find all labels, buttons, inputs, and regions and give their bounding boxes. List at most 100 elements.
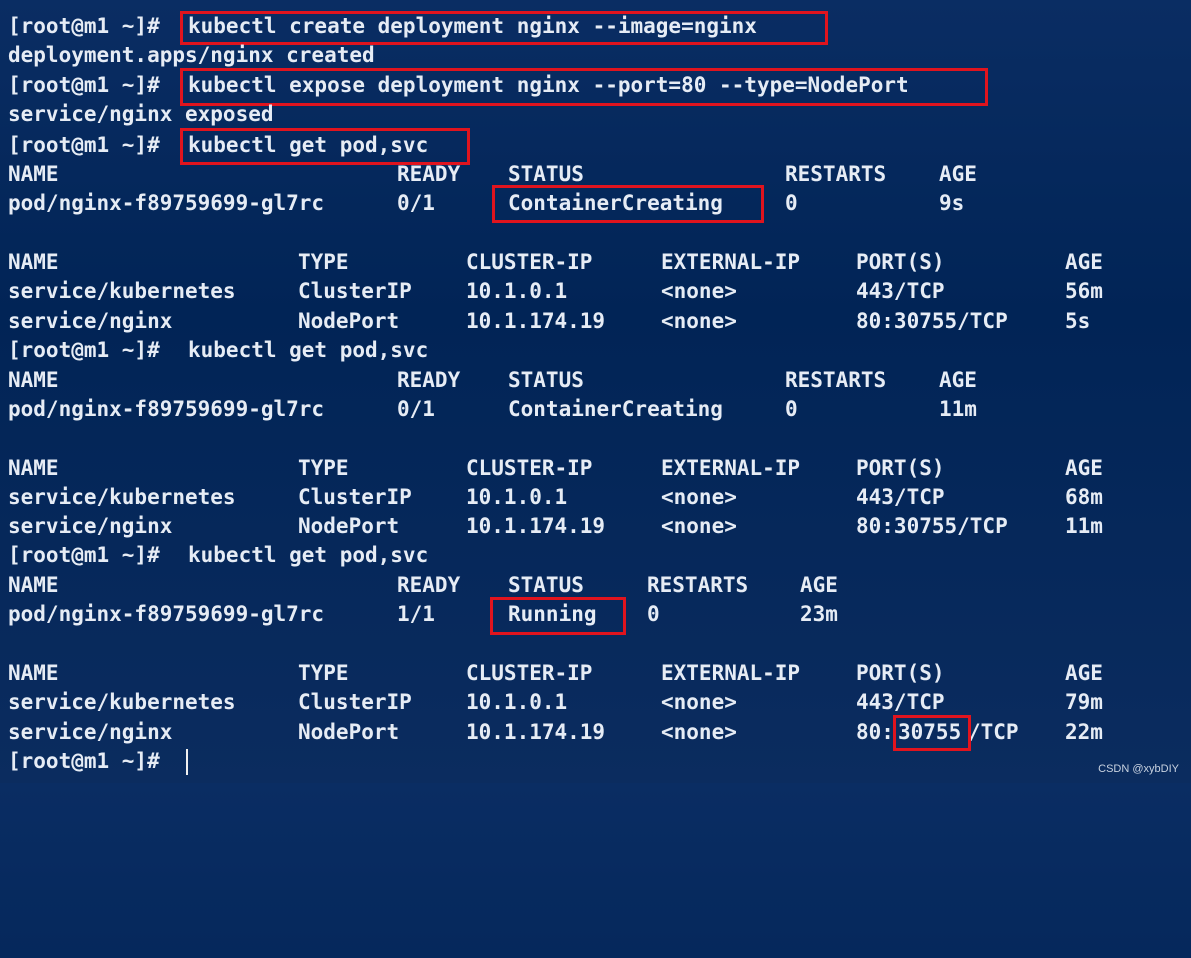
header-ready: READY <box>397 573 461 597</box>
output-line: service/nginx exposed <box>0 100 1191 129</box>
shell-prompt: [root@m1 ~]# <box>8 543 160 567</box>
pod-table-header: NAME READY STATUS RESTARTS AGE <box>0 571 1191 600</box>
command-create-deployment: kubectl create deployment nginx --image=… <box>188 14 757 38</box>
shell-prompt: [root@m1 ~]# <box>8 338 160 362</box>
header-type: TYPE <box>298 456 349 480</box>
header-cluster-ip: CLUSTER-IP <box>466 456 593 480</box>
header-age: AGE <box>1065 250 1103 274</box>
header-restarts: RESTARTS <box>785 162 887 186</box>
shell-prompt: [root@m1 ~]# <box>8 14 160 38</box>
svc-name: service/kubernetes <box>8 279 236 303</box>
pod-name: pod/nginx-f89759699-gl7rc <box>8 397 325 421</box>
pod-restarts: 0 <box>647 602 660 626</box>
text-cursor <box>186 749 188 775</box>
svc-name: service/kubernetes <box>8 690 236 714</box>
svc-external-ip: <none> <box>661 690 737 714</box>
pod-restarts: 0 <box>785 397 798 421</box>
svc-type: ClusterIP <box>298 690 412 714</box>
pod-name: pod/nginx-f89759699-gl7rc <box>8 191 325 215</box>
command-line: [root@m1 ~]# kubectl get pod,svc <box>0 131 1191 160</box>
header-status: STATUS <box>508 368 584 392</box>
header-type: TYPE <box>298 661 349 685</box>
header-name: NAME <box>8 661 59 685</box>
svc-ports: 443/TCP <box>856 279 945 303</box>
header-external-ip: EXTERNAL-IP <box>661 661 801 685</box>
svc-external-ip: <none> <box>661 279 737 303</box>
header-name: NAME <box>8 368 59 392</box>
header-type: TYPE <box>298 250 349 274</box>
header-name: NAME <box>8 250 59 274</box>
svc-age: 22m <box>1065 720 1103 744</box>
svc-cluster-ip: 10.1.174.19 <box>466 720 606 744</box>
svc-name: service/nginx <box>8 309 173 333</box>
pod-age: 23m <box>800 602 838 626</box>
svc-external-ip: <none> <box>661 485 737 509</box>
header-ports: PORT(S) <box>856 661 945 685</box>
svc-row: service/nginx NodePort 10.1.174.19 <none… <box>0 512 1191 541</box>
svc-cluster-ip: 10.1.0.1 <box>466 279 568 303</box>
svc-external-ip: <none> <box>661 309 737 333</box>
svc-cluster-ip: 10.1.0.1 <box>466 690 568 714</box>
svc-nodeport-number: 30755 <box>898 720 962 744</box>
command-line: [root@m1 ~]# kubectl get pod,svc <box>0 541 1191 570</box>
svc-cluster-ip: 10.1.0.1 <box>466 485 568 509</box>
svc-age: 56m <box>1065 279 1103 303</box>
svc-age: 79m <box>1065 690 1103 714</box>
header-cluster-ip: CLUSTER-IP <box>466 661 593 685</box>
header-external-ip: EXTERNAL-IP <box>661 456 801 480</box>
svc-age: 11m <box>1065 514 1103 538</box>
header-ready: READY <box>397 368 461 392</box>
svc-type: ClusterIP <box>298 485 412 509</box>
pod-row: pod/nginx-f89759699-gl7rc 1/1 Running 0 … <box>0 600 1191 629</box>
pod-status: ContainerCreating <box>508 397 723 421</box>
svc-table-header: NAME TYPE CLUSTER-IP EXTERNAL-IP PORT(S)… <box>0 659 1191 688</box>
header-name: NAME <box>8 573 59 597</box>
svc-row: service/kubernetes ClusterIP 10.1.0.1 <n… <box>0 277 1191 306</box>
svc-cluster-ip: 10.1.174.19 <box>466 309 606 333</box>
terminal-window[interactable]: [root@m1 ~]# kubectl create deployment n… <box>0 0 1191 783</box>
svc-ports: 443/TCP <box>856 485 945 509</box>
svc-table-header: NAME TYPE CLUSTER-IP EXTERNAL-IP PORT(S)… <box>0 454 1191 483</box>
header-ready: READY <box>397 162 461 186</box>
pod-ready: 0/1 <box>397 397 435 421</box>
svc-ports-prefix: 80: <box>856 720 894 744</box>
header-external-ip: EXTERNAL-IP <box>661 250 801 274</box>
command-line: [root@m1 ~]# kubectl expose deployment n… <box>0 71 1191 100</box>
header-ports: PORT(S) <box>856 456 945 480</box>
pod-ready: 0/1 <box>397 191 435 215</box>
shell-prompt: [root@m1 ~]# <box>8 749 160 773</box>
svc-row: service/nginx NodePort 10.1.174.19 <none… <box>0 307 1191 336</box>
svc-type: NodePort <box>298 720 400 744</box>
command-line: [root@m1 ~]# kubectl create deployment n… <box>0 12 1191 41</box>
svc-ports: 443/TCP <box>856 690 945 714</box>
svc-name: service/nginx <box>8 514 173 538</box>
pod-age: 9s <box>939 191 965 215</box>
svc-ports: 80:30755/TCP <box>856 514 1008 538</box>
svc-name: service/nginx <box>8 720 173 744</box>
header-restarts: RESTARTS <box>785 368 887 392</box>
pod-row: pod/nginx-f89759699-gl7rc 0/1 ContainerC… <box>0 189 1191 218</box>
svc-ports-suffix: /TCP <box>968 720 1019 744</box>
command-expose-deployment: kubectl expose deployment nginx --port=8… <box>188 73 909 97</box>
pod-age: 11m <box>939 397 977 421</box>
pod-status: ContainerCreating <box>508 191 723 215</box>
svc-name: service/kubernetes <box>8 485 236 509</box>
pod-status: Running <box>508 602 597 626</box>
pod-table-header: NAME READY STATUS RESTARTS AGE <box>0 366 1191 395</box>
pod-ready: 1/1 <box>397 602 435 626</box>
pod-row: pod/nginx-f89759699-gl7rc 0/1 ContainerC… <box>0 395 1191 424</box>
svc-row: service/nginx NodePort 10.1.174.19 <none… <box>0 718 1191 747</box>
output-deployment-created: deployment.apps/nginx created <box>8 43 375 67</box>
command-line-active[interactable]: [root@m1 ~]# <box>0 747 1191 776</box>
svc-row: service/kubernetes ClusterIP 10.1.0.1 <n… <box>0 483 1191 512</box>
shell-prompt: [root@m1 ~]# <box>8 73 160 97</box>
header-restarts: RESTARTS <box>647 573 749 597</box>
output-service-exposed: service/nginx exposed <box>8 102 274 126</box>
svc-type: NodePort <box>298 514 400 538</box>
command-get-pod-svc: kubectl get pod,svc <box>188 338 429 362</box>
header-age: AGE <box>800 573 838 597</box>
svc-table-header: NAME TYPE CLUSTER-IP EXTERNAL-IP PORT(S)… <box>0 248 1191 277</box>
svc-external-ip: <none> <box>661 514 737 538</box>
header-ports: PORT(S) <box>856 250 945 274</box>
header-name: NAME <box>8 162 59 186</box>
